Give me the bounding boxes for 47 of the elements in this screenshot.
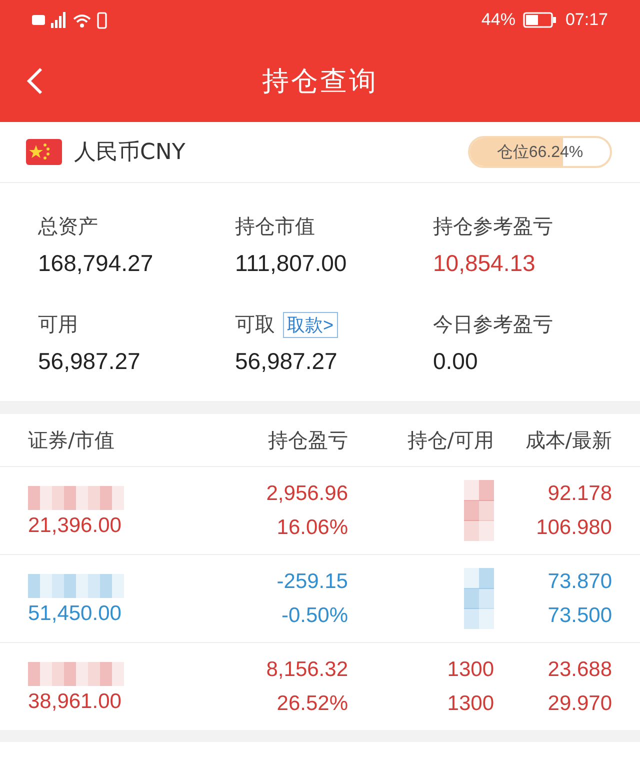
summary-label: 持仓参考盈亏 (433, 213, 553, 240)
summary-label: 总资产 (38, 213, 98, 240)
column-header: 成本/最新 (524, 426, 612, 454)
cost-price: 23.688 (548, 658, 612, 682)
column-header: 持仓盈亏 (267, 426, 348, 454)
profit-percent: 26.52% (276, 692, 348, 716)
summary-label: 可用 (38, 311, 78, 338)
column-header: 持仓/可用 (406, 426, 494, 454)
holding-row[interactable]: 51,450.00 -259.15 -0.50% 73.870 73.500 (0, 554, 640, 642)
market-value: 51,450.00 (28, 602, 122, 626)
back-icon[interactable] (26, 67, 44, 95)
market-value: 21,396.00 (28, 514, 122, 538)
currency-label: 人民币CNY (74, 139, 186, 167)
vibrate-icon (97, 12, 107, 28)
profit-amount: 8,156.32 (266, 658, 348, 682)
summary-label: 持仓市值 (235, 213, 315, 240)
cost-price: 73.870 (548, 570, 612, 594)
position-meter: 仓位66.24% (468, 136, 612, 168)
flag-icon (26, 139, 62, 165)
profit-percent: 16.06% (276, 516, 348, 540)
summary-value: 111,807.00 (235, 250, 348, 277)
battery-icon (523, 12, 558, 28)
latest-price: 73.500 (548, 604, 612, 628)
available-quantity: 1300 (447, 692, 494, 716)
wifi-icon (73, 12, 91, 28)
latest-price: 106.980 (536, 516, 612, 540)
held-quantity: 1300 (447, 658, 494, 682)
column-header: 证券/市值 (28, 426, 116, 454)
holding-row[interactable]: 21,396.00 2,956.96 16.06% 92.178 106.980 (0, 466, 640, 554)
battery-percent: 44% (481, 10, 516, 30)
summary-value: 10,854.13 (433, 250, 536, 277)
page-title: 持仓查询 (262, 65, 378, 99)
market-value: 38,961.00 (28, 690, 122, 714)
cost-price: 92.178 (548, 482, 612, 506)
signal-icon (51, 12, 67, 28)
summary-value: 56,987.27 (38, 348, 142, 375)
summary-value: 168,794.27 (38, 250, 154, 277)
summary-label: 今日参考盈亏 (433, 311, 553, 338)
profit-percent: -0.50% (281, 604, 348, 628)
withdraw-link[interactable]: 取款> (283, 312, 338, 338)
profit-amount: -259.15 (276, 570, 348, 594)
clock: 07:17 (565, 10, 608, 30)
summary-label: 可取 (235, 311, 275, 338)
summary-value: 0.00 (433, 348, 479, 375)
summary-value: 56,987.27 (235, 348, 338, 375)
profit-amount: 2,956.96 (266, 482, 348, 506)
latest-price: 29.970 (548, 692, 612, 716)
